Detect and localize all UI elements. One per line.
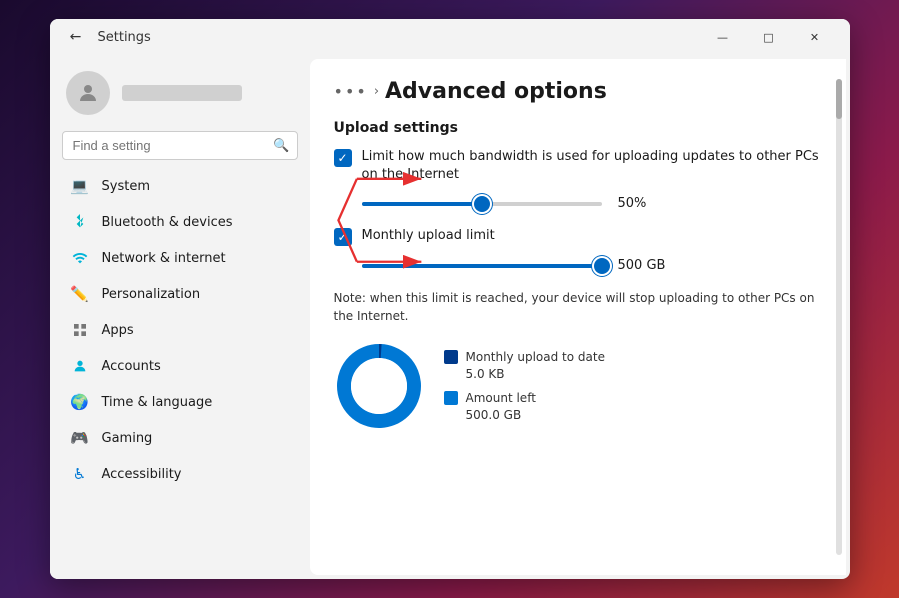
user-section xyxy=(50,63,310,131)
gaming-icon: 🎮 xyxy=(70,428,90,448)
legend-used-value: 5.0 KB xyxy=(466,366,605,383)
monthly-slider-fill xyxy=(362,264,602,268)
upload-section-title: Upload settings xyxy=(334,120,822,136)
bandwidth-slider-row: 50% xyxy=(362,196,822,211)
bandwidth-slider-track xyxy=(362,202,602,206)
legend-label-left: Amount left 500.0 GB xyxy=(466,390,536,424)
accessibility-icon: ♿ xyxy=(70,464,90,484)
legend-label-used: Monthly upload to date 5.0 KB xyxy=(466,349,605,383)
titlebar: ← Settings — □ ✕ xyxy=(50,19,850,55)
legend-dot-left xyxy=(444,391,458,405)
titlebar-left: ← Settings xyxy=(62,23,700,51)
sidebar-item-network[interactable]: Network & internet xyxy=(54,240,306,276)
sidebar-item-time-label: Time & language xyxy=(102,395,213,410)
breadcrumb-chevron: › xyxy=(374,84,379,99)
bandwidth-slider-value: 50% xyxy=(618,196,668,211)
monthly-slider-track xyxy=(362,264,602,268)
network-icon xyxy=(70,248,90,268)
sidebar-item-system-label: System xyxy=(102,179,150,194)
sidebar-item-accounts-label: Accounts xyxy=(102,359,161,374)
search-input[interactable] xyxy=(62,131,298,160)
bandwidth-slider-fill xyxy=(362,202,482,206)
legend-left-value: 500.0 GB xyxy=(466,407,536,424)
back-button[interactable]: ← xyxy=(62,23,90,51)
donut-chart xyxy=(334,341,424,431)
bandwidth-limit-row: Limit how much bandwidth is used for upl… xyxy=(334,148,822,184)
monthly-limit-row: Monthly upload limit xyxy=(334,227,822,246)
titlebar-controls: — □ ✕ xyxy=(700,19,838,55)
search-icon: 🔍 xyxy=(273,138,289,153)
sidebar: 🔍 💻 System Bluetooth & devices Network &… xyxy=(50,55,310,579)
accounts-icon xyxy=(70,356,90,376)
monthly-slider-value: 500 GB xyxy=(618,258,668,273)
sidebar-item-accessibility[interactable]: ♿ Accessibility xyxy=(54,456,306,492)
monthly-limit-checkbox[interactable] xyxy=(334,228,352,246)
personalization-icon: ✏️ xyxy=(70,284,90,304)
sidebar-item-network-label: Network & internet xyxy=(102,251,226,266)
maximize-button[interactable]: □ xyxy=(746,19,792,55)
main-content: 🔍 💻 System Bluetooth & devices Network &… xyxy=(50,55,850,579)
chart-legend: Monthly upload to date 5.0 KB Amount lef… xyxy=(444,349,605,424)
note-text: Note: when this limit is reached, your d… xyxy=(334,289,822,325)
sidebar-item-system[interactable]: 💻 System xyxy=(54,168,306,204)
window-title: Settings xyxy=(98,30,151,45)
bluetooth-icon xyxy=(70,212,90,232)
legend-item-left: Amount left 500.0 GB xyxy=(444,390,605,424)
sidebar-item-gaming[interactable]: 🎮 Gaming xyxy=(54,420,306,456)
monthly-slider-thumb[interactable] xyxy=(594,258,610,274)
username-bar xyxy=(122,85,242,101)
bandwidth-limit-checkbox[interactable] xyxy=(334,149,352,167)
sidebar-item-time[interactable]: 🌍 Time & language xyxy=(54,384,306,420)
sidebar-item-apps-label: Apps xyxy=(102,323,134,338)
bandwidth-slider-thumb[interactable] xyxy=(474,196,490,212)
bandwidth-limit-label: Limit how much bandwidth is used for upl… xyxy=(362,148,822,184)
monthly-slider-row: 500 GB xyxy=(362,258,822,273)
sidebar-item-apps[interactable]: Apps xyxy=(54,312,306,348)
page-title: Advanced options xyxy=(385,79,607,104)
breadcrumb: ••• › Advanced options xyxy=(334,79,822,104)
system-icon: 💻 xyxy=(70,176,90,196)
legend-item-used: Monthly upload to date 5.0 KB xyxy=(444,349,605,383)
sidebar-item-bluetooth-label: Bluetooth & devices xyxy=(102,215,233,230)
time-icon: 🌍 xyxy=(70,392,90,412)
scrollbar[interactable] xyxy=(836,79,842,555)
donut-section: Monthly upload to date 5.0 KB Amount lef… xyxy=(334,341,822,431)
scrollbar-thumb[interactable] xyxy=(836,79,842,119)
settings-window: ← Settings — □ ✕ 🔍 💻 System xyxy=(50,19,850,579)
breadcrumb-dots: ••• xyxy=(334,82,368,101)
apps-icon xyxy=(70,320,90,340)
sidebar-item-accounts[interactable]: Accounts xyxy=(54,348,306,384)
sidebar-item-accessibility-label: Accessibility xyxy=(102,467,182,482)
legend-dot-used xyxy=(444,350,458,364)
sidebar-item-personalization[interactable]: ✏️ Personalization xyxy=(54,276,306,312)
sidebar-item-personalization-label: Personalization xyxy=(102,287,201,302)
legend-left-title: Amount left xyxy=(466,390,536,407)
sidebar-item-gaming-label: Gaming xyxy=(102,431,153,446)
close-button[interactable]: ✕ xyxy=(792,19,838,55)
content-area: ••• › Advanced options Upload settings L… xyxy=(310,59,846,575)
sidebar-item-bluetooth[interactable]: Bluetooth & devices xyxy=(54,204,306,240)
search-box: 🔍 xyxy=(62,131,298,160)
monthly-limit-label: Monthly upload limit xyxy=(362,227,495,245)
avatar xyxy=(66,71,110,115)
legend-used-title: Monthly upload to date xyxy=(466,349,605,366)
minimize-button[interactable]: — xyxy=(700,19,746,55)
